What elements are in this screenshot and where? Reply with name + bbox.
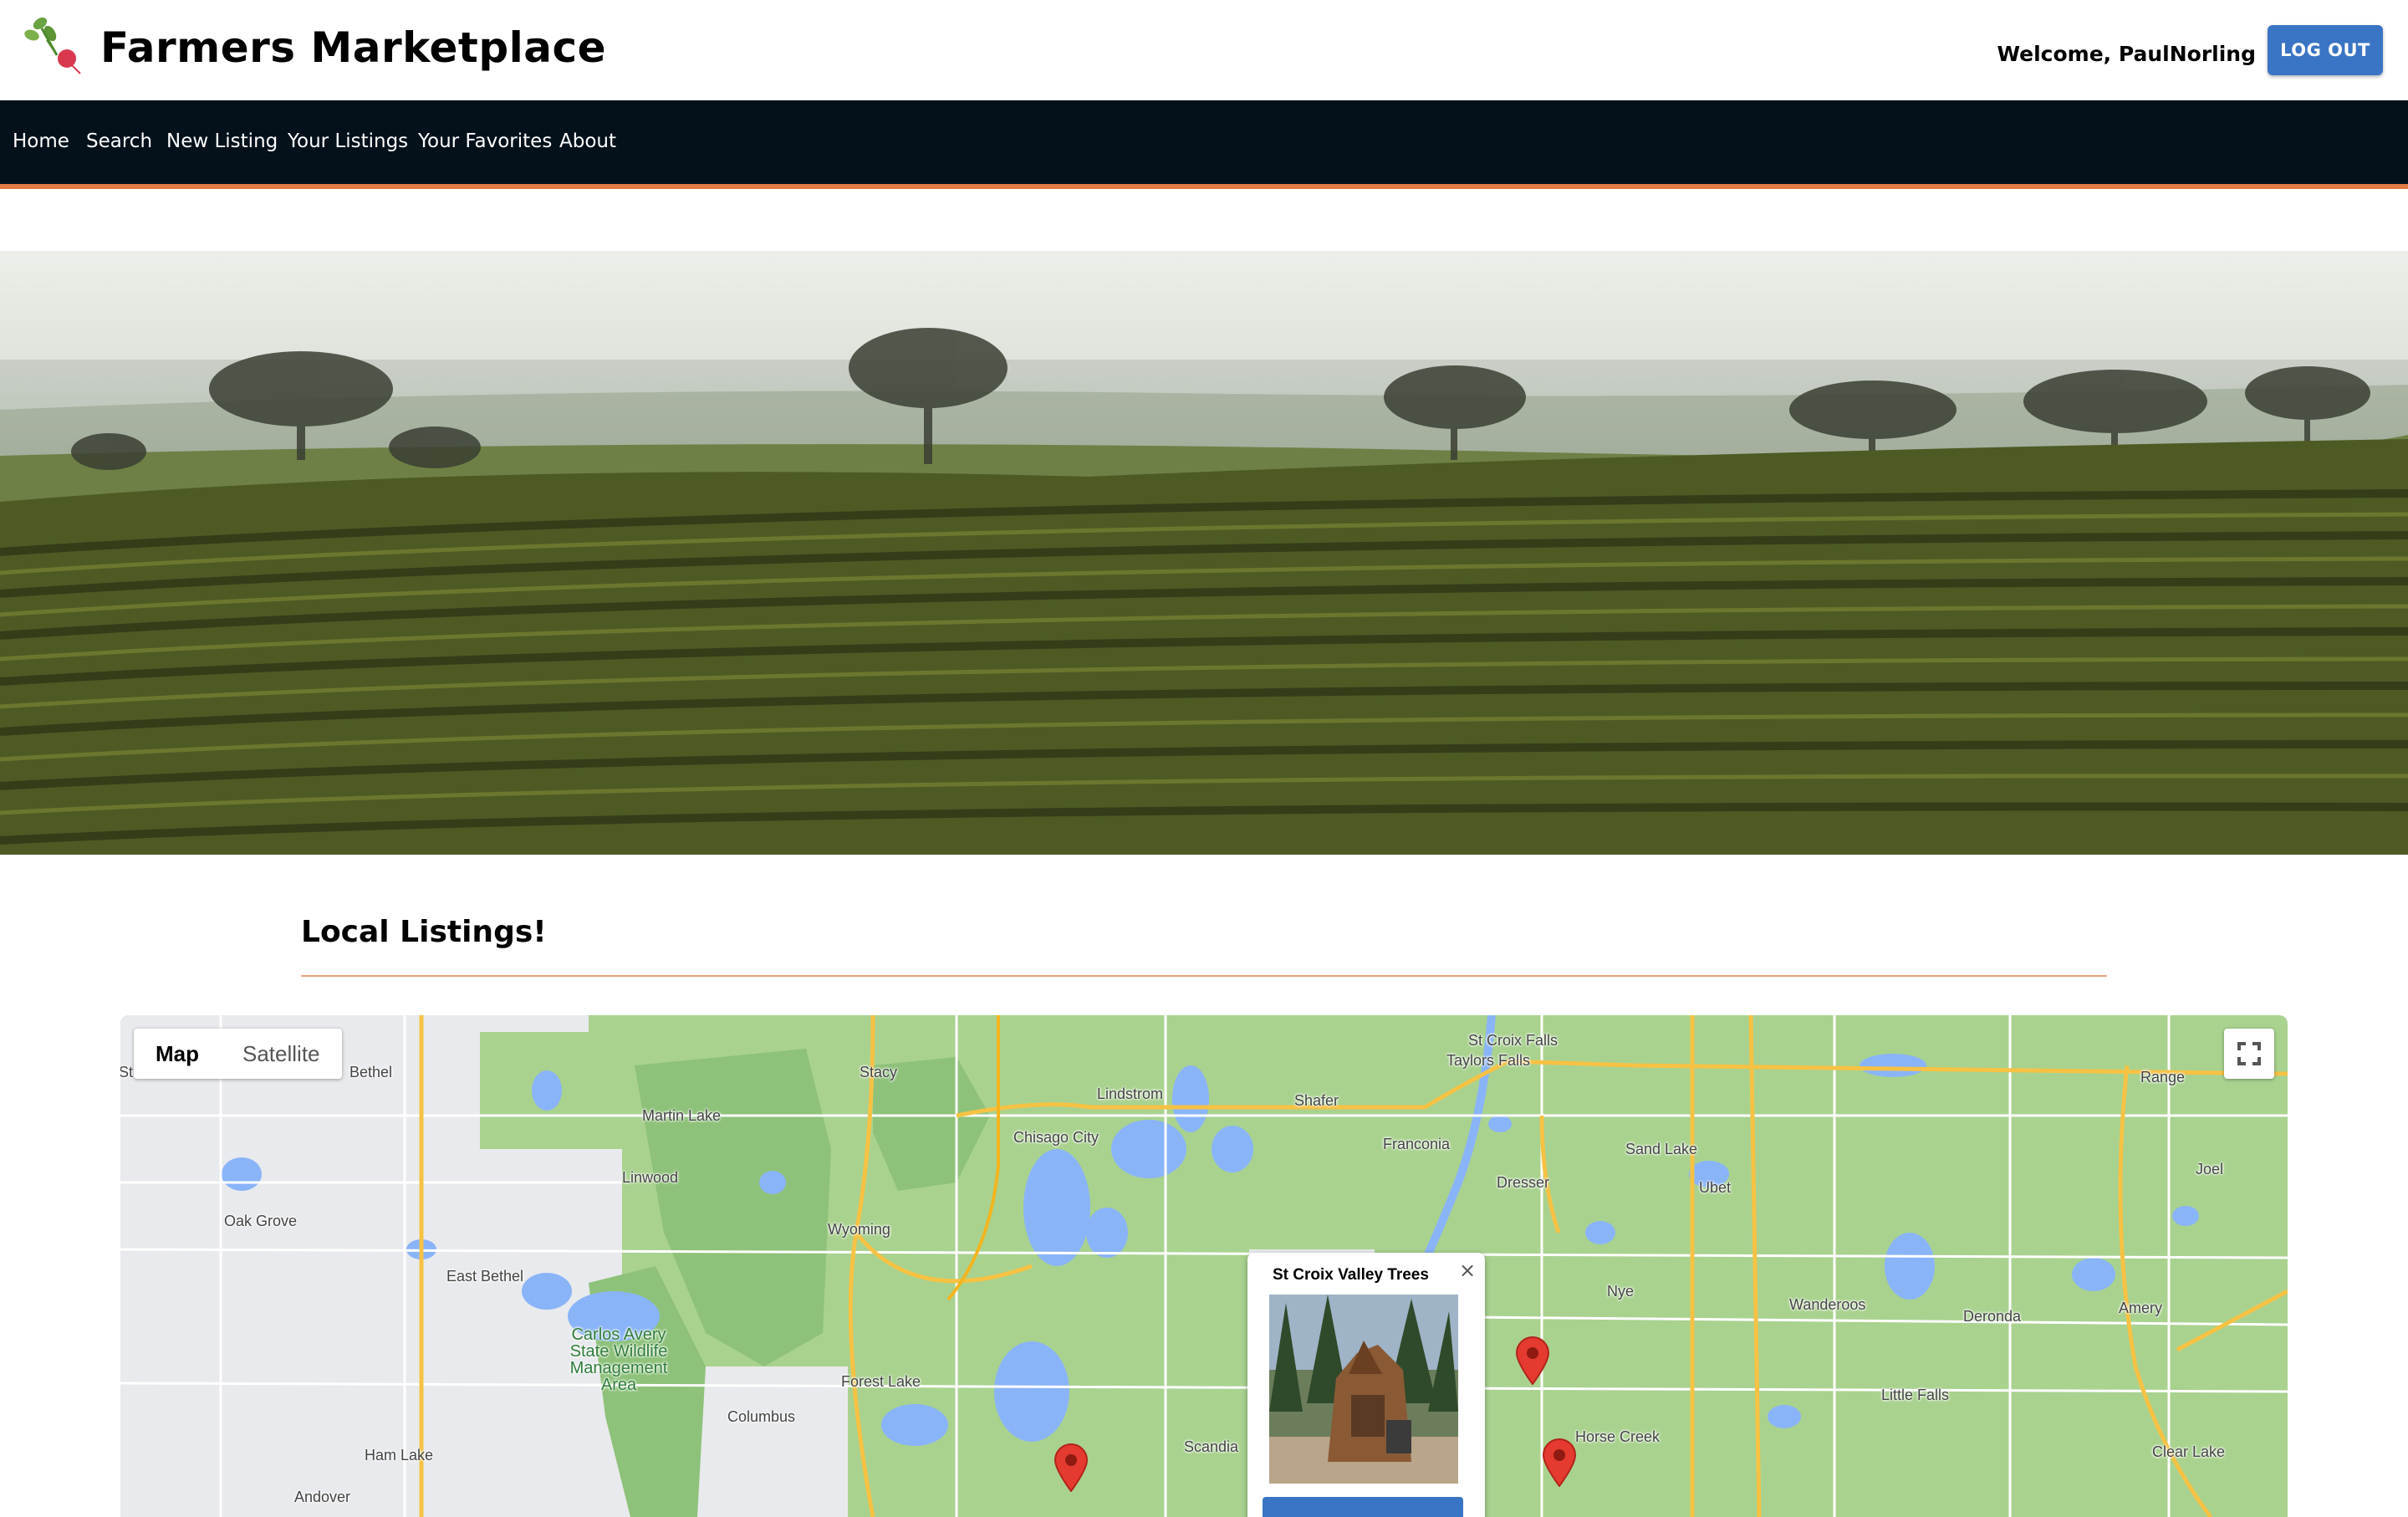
- place-label: Forest Lake: [841, 1373, 921, 1390]
- place-label: Shafer: [1294, 1092, 1339, 1109]
- place-label: Columbus: [727, 1408, 796, 1425]
- hero-farmland-image: [0, 251, 2408, 855]
- listing-photo[interactable]: [1269, 1295, 1458, 1484]
- place-label: Dresser: [1497, 1174, 1550, 1191]
- place-label: Linwood: [622, 1169, 679, 1186]
- place-label: Nye: [1607, 1283, 1635, 1300]
- fullscreen-button[interactable]: [2224, 1029, 2274, 1079]
- nav-your-favorites[interactable]: Your Favorites: [418, 130, 552, 152]
- close-icon[interactable]: ×: [1457, 1259, 1478, 1281]
- nav-your-listings[interactable]: Your Listings: [288, 130, 408, 152]
- place-label: Wanderoos: [1789, 1296, 1866, 1313]
- section-title: Local Listings!: [301, 915, 547, 949]
- logout-button[interactable]: LOG OUT: [2268, 25, 2383, 75]
- main-nav: Home Search New Listing Your Listings Yo…: [0, 100, 2408, 189]
- place-label: Bethel: [349, 1064, 393, 1080]
- wildlife-area-label: Carlos Avery State Wildlife Management A…: [569, 1325, 668, 1394]
- place-label: Little Falls: [1881, 1387, 1950, 1403]
- place-label: Deronda: [1963, 1308, 2022, 1325]
- place-label: Ham Lake: [365, 1447, 434, 1463]
- place-label: Taylors Falls: [1446, 1052, 1531, 1069]
- nav-home[interactable]: Home: [13, 130, 69, 152]
- place-label: St: [120, 1064, 134, 1080]
- place-label: Franconia: [1383, 1136, 1451, 1152]
- place-label: Andover: [294, 1489, 351, 1505]
- info-window-title[interactable]: St Croix Valley Trees: [1273, 1266, 1429, 1285]
- nav-about[interactable]: About: [559, 130, 616, 152]
- site-header: Farmers Marketplace Welcome, PaulNorling…: [0, 0, 2408, 100]
- view-listing-button[interactable]: [1263, 1497, 1463, 1517]
- place-label: Range: [2140, 1069, 2186, 1085]
- place-label: Martin Lake: [642, 1107, 722, 1124]
- place-label: Amery: [2119, 1300, 2163, 1316]
- listing-marker-icon[interactable]: [1054, 1443, 1089, 1492]
- map-type-satellite-button[interactable]: Satellite: [221, 1029, 342, 1079]
- place-label: Oak Grove: [224, 1213, 298, 1229]
- listing-marker-icon[interactable]: [1515, 1336, 1550, 1385]
- nav-new-listing[interactable]: New Listing: [166, 130, 278, 152]
- place-label: Scandia: [1184, 1438, 1239, 1455]
- place-label: Ubet: [1699, 1179, 1732, 1196]
- place-label: Horse Creek: [1575, 1428, 1661, 1445]
- place-label: Wyoming: [828, 1221, 890, 1238]
- listing-info-window[interactable]: St Croix Valley Trees ×: [1247, 1253, 1485, 1517]
- place-label: Chisago City: [1013, 1129, 1099, 1146]
- listing-marker-icon[interactable]: [1542, 1438, 1577, 1487]
- place-label: Joel: [2196, 1161, 2224, 1177]
- place-label: Clear Lake: [2152, 1443, 2226, 1460]
- site-title[interactable]: Farmers Marketplace: [100, 23, 606, 72]
- listings-map[interactable]: St Bethel Stacy Lindstrom Shafer St Croi…: [120, 1015, 2288, 1517]
- place-label: East Bethel: [446, 1268, 524, 1285]
- place-label: Stacy: [860, 1064, 898, 1080]
- place-label: Lindstrom: [1097, 1085, 1164, 1102]
- section-divider: [301, 975, 2107, 977]
- nav-search[interactable]: Search: [86, 130, 152, 152]
- welcome-message: Welcome, PaulNorling: [1997, 42, 2256, 66]
- map-type-control: Map Satellite: [134, 1029, 342, 1079]
- fullscreen-icon: [2237, 1042, 2261, 1065]
- place-label: St Croix Falls: [1468, 1032, 1559, 1049]
- map-type-map-button[interactable]: Map: [134, 1029, 221, 1079]
- place-label: Sand Lake: [1625, 1141, 1698, 1157]
- radish-logo-icon[interactable]: [23, 12, 84, 75]
